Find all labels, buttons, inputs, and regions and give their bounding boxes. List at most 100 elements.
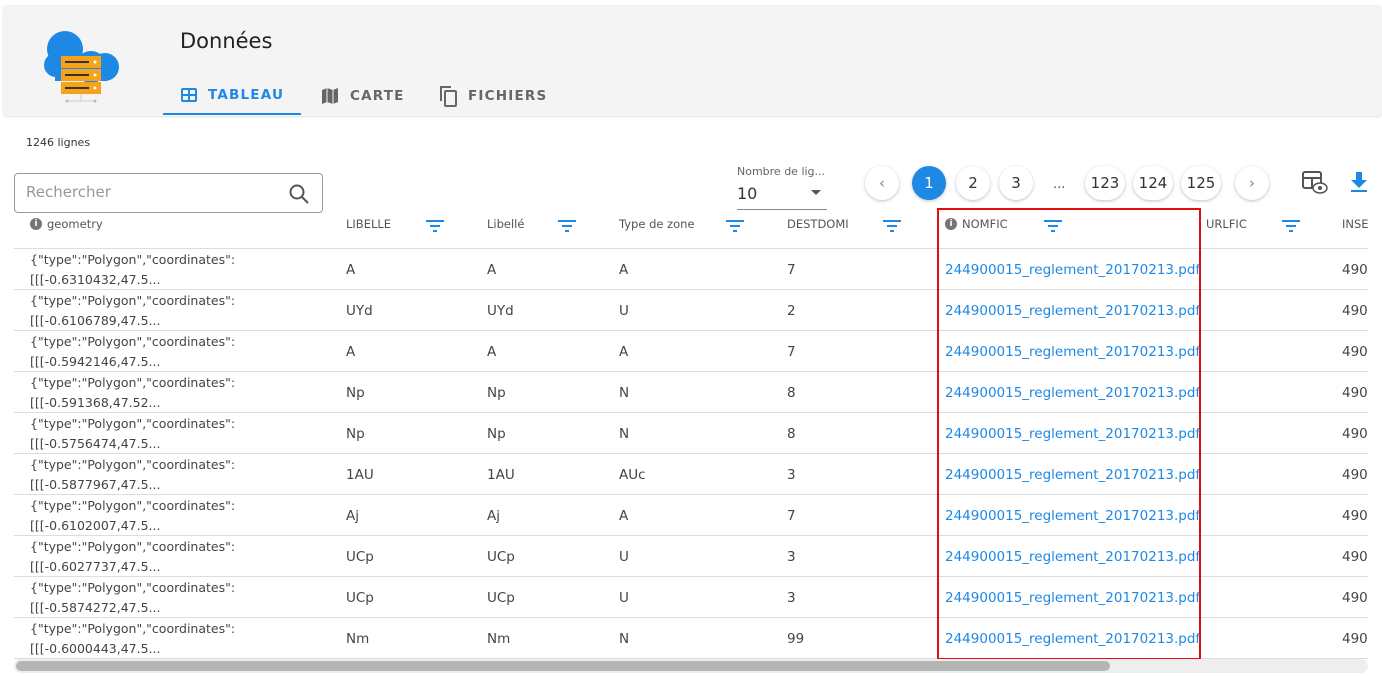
cell-libelle: Np [346,425,365,442]
caret-down-icon [811,190,821,195]
cell-libelle: UCp [346,548,374,565]
cell-inse: 490 [1342,507,1368,524]
geometry-line: [[[-0.6000443,47.5... [30,640,161,656]
rows-per-page-value: 10 [737,184,758,203]
column-header-urlfic[interactable]: URLFIC [1206,217,1247,231]
cell-destdomi: 3 [787,589,796,606]
page-button-2[interactable]: 2 [956,166,990,200]
cell-libelle: A [346,343,356,360]
geometry-line: [[[-0.5874272,47.5... [30,599,161,615]
column-header-type[interactable]: Type de zone [619,217,695,231]
highlight-box [937,208,1201,660]
geometry-line: [[[-0.6102007,47.5... [30,517,161,533]
cell-type: A [619,261,629,278]
chevron-left-icon: ‹ [879,174,885,192]
geometry-line: {"type":"Polygon","coordinates": [30,333,236,349]
page-button-124[interactable]: 124 [1133,166,1173,200]
filter-icon[interactable] [426,218,444,237]
scrollbar-thumb[interactable] [16,661,1110,671]
cell-geometry: {"type":"Polygon","coordinates": [[[-0.57… [30,413,235,454]
cell-inse: 490 [1342,548,1368,565]
cell-inse: 490 [1342,302,1368,319]
geometry-line: {"type":"Polygon","coordinates": [30,374,236,390]
geometry-line: {"type":"Polygon","coordinates": [30,538,236,554]
cell-geometry: {"type":"Polygon","coordinates": [[[-0.63… [30,249,235,290]
cell-libelle: Np [346,384,365,401]
column-header-libelle[interactable]: LIBELLE [346,217,391,231]
geometry-line: {"type":"Polygon","coordinates": [30,292,236,308]
cell-type: A [619,507,629,524]
cell-geometry: {"type":"Polygon","coordinates": [[[-0.59… [30,331,235,372]
column-label: INSE [1342,217,1368,231]
filter-icon[interactable] [1282,218,1300,237]
column-header-libelle[interactable]: Libellé [487,217,524,231]
tab-tableau[interactable]: TABLEAU [163,77,302,115]
download-icon[interactable] [1349,171,1369,193]
geometry-line: {"type":"Polygon","coordinates": [30,579,236,595]
tab-carte[interactable]: CARTE [320,77,405,115]
page-title: Données [180,29,273,53]
info-icon[interactable]: i [30,218,42,230]
search-icon[interactable] [288,183,310,205]
cell-geometry: {"type":"Polygon","coordinates": [[[-0.58… [30,454,235,495]
copy-files-icon [440,86,457,107]
cell-inse: 490 [1342,384,1368,401]
tab-label: FICHIERS [468,88,548,104]
cell-libelle: Nm [487,630,511,647]
cell-libelle: UYd [346,302,373,319]
geometry-line: [[[-0.6310432,47.5... [30,271,161,287]
cell-destdomi: 8 [787,425,796,442]
row-count: 1246 lignes [26,136,91,149]
cell-libelle: 1AU [487,466,515,483]
cell-type: N [619,384,630,401]
cell-libelle: UCp [487,548,515,565]
tab-label: CARTE [350,88,405,104]
cell-geometry: {"type":"Polygon","coordinates": [[[-0.59… [30,372,235,413]
prev-page-button[interactable]: ‹ [865,166,899,200]
cell-libelle: A [487,343,497,360]
cell-geometry: {"type":"Polygon","coordinates": [[[-0.61… [30,495,235,536]
geometry-line: [[[-0.6106789,47.5... [30,312,161,328]
map-icon [322,88,338,104]
geometry-line: {"type":"Polygon","coordinates": [30,251,236,267]
cell-destdomi: 3 [787,548,796,565]
page-button-3[interactable]: 3 [999,166,1033,200]
cell-inse: 490 [1342,343,1368,360]
page-button-123[interactable]: 123 [1085,166,1125,200]
cell-destdomi: 7 [787,261,796,278]
next-page-button[interactable]: › [1235,166,1269,200]
search-input[interactable] [26,183,276,201]
cell-libelle: Nm [346,630,370,647]
cell-type: U [619,589,629,606]
column-visibility-icon[interactable] [1302,171,1328,195]
cell-destdomi: 7 [787,507,796,524]
filter-icon[interactable] [883,218,901,237]
horizontal-scrollbar[interactable] [14,659,1368,673]
cell-geometry: {"type":"Polygon","coordinates": [[[-0.58… [30,577,235,618]
page-button-1[interactable]: 1 [912,166,946,200]
column-label: DESTDOMI [787,217,849,231]
column-header-inse[interactable]: INSE [1342,217,1368,231]
column-label: LIBELLE [346,217,392,231]
cell-type: U [619,302,629,319]
tab-fichiers[interactable]: FICHIERS [438,77,547,115]
column-header-geometry[interactable]: i geometry [30,217,103,231]
geometry-line: [[[-0.5756474,47.5... [30,435,161,451]
geometry-line: [[[-0.5877967,47.5... [30,476,161,492]
column-header-destdomi[interactable]: DESTDOMI [787,217,849,231]
cell-destdomi: 8 [787,384,796,401]
cell-inse: 490 [1342,630,1368,647]
geometry-line: {"type":"Polygon","coordinates": [30,415,236,431]
filter-icon[interactable] [558,218,576,237]
geometry-line: {"type":"Polygon","coordinates": [30,456,236,472]
geometry-line: [[[-0.5942146,47.5... [30,353,161,369]
cell-destdomi: 7 [787,343,796,360]
app-header: Données TABLEAU CARTE FICHIERS [3,5,1382,116]
cell-type: AUc [619,466,646,483]
table-icon [181,88,197,102]
tab-label: TABLEAU [208,87,285,103]
page-button-125[interactable]: 125 [1181,166,1221,200]
filter-icon[interactable] [726,218,744,237]
pagination-ellipsis: ... [1053,177,1066,192]
cell-type: N [619,425,630,442]
